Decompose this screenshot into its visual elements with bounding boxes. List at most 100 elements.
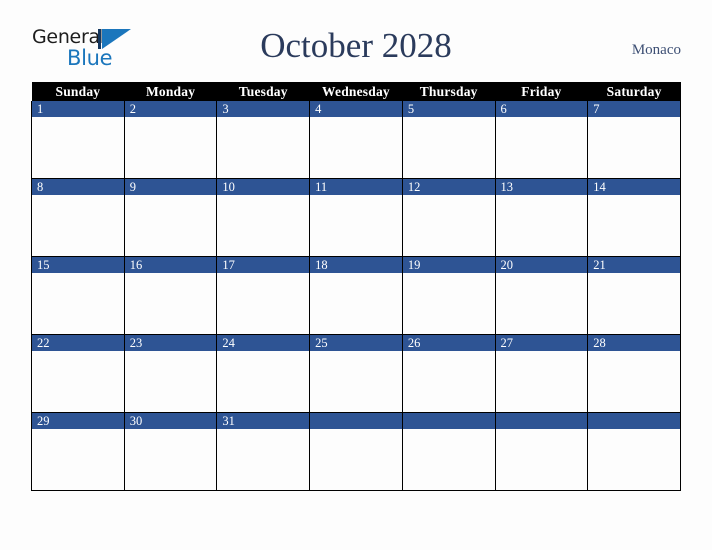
calendar-day-cell[interactable]: 25 (309, 334, 403, 413)
calendar-day-cell[interactable]: 17 (216, 256, 311, 335)
day-content-area[interactable] (588, 273, 680, 334)
calendar-day-cell[interactable]: 26 (401, 334, 496, 413)
weekday-header-saturday: Saturday (587, 82, 681, 101)
calendar-day-cell[interactable]: 23 (123, 334, 218, 413)
day-number: 25 (310, 335, 402, 351)
calendar-day-cell[interactable]: 9 (123, 178, 218, 257)
day-number: 17 (217, 257, 310, 273)
day-content-area[interactable] (402, 351, 495, 412)
calendar-day-cell[interactable]: 29 (31, 412, 125, 491)
day-number: 16 (124, 257, 217, 273)
calendar-day-cell[interactable]: 10 (216, 178, 311, 257)
day-content-area[interactable] (32, 273, 124, 334)
weekday-header-friday: Friday (495, 82, 588, 101)
calendar-week-row: 8 9 10 11 12 13 14 (31, 178, 681, 257)
day-content-area[interactable] (310, 273, 402, 334)
day-content-area[interactable] (402, 273, 495, 334)
day-content-area[interactable] (32, 429, 124, 490)
day-content-area[interactable] (217, 117, 310, 178)
locale-label: Monaco (631, 42, 681, 58)
day-content-area[interactable] (124, 195, 217, 256)
day-content-area[interactable] (495, 273, 588, 334)
day-content-area[interactable] (124, 429, 217, 490)
day-content-area[interactable] (310, 195, 402, 256)
day-content-area[interactable] (495, 195, 588, 256)
day-number: 13 (495, 179, 588, 195)
calendar-day-cell[interactable]: 27 (494, 334, 589, 413)
day-number: 12 (402, 179, 495, 195)
day-content-area[interactable] (588, 117, 680, 178)
calendar-day-cell-empty[interactable] (309, 412, 403, 491)
day-content-area[interactable] (588, 351, 680, 412)
day-content-area[interactable] (124, 117, 217, 178)
weekday-header-thursday: Thursday (402, 82, 496, 101)
calendar-day-cell[interactable]: 20 (494, 256, 589, 335)
calendar-day-cell[interactable]: 6 (494, 101, 589, 179)
calendar-day-cell[interactable]: 31 (216, 412, 311, 491)
calendar-day-cell[interactable]: 3 (216, 101, 311, 179)
day-number: 24 (217, 335, 310, 351)
day-content-area[interactable] (310, 351, 402, 412)
calendar-week-row: 15 16 17 18 19 20 21 (31, 256, 681, 335)
calendar-day-cell[interactable]: 1 (31, 101, 125, 179)
day-number: 15 (32, 257, 124, 273)
day-number: 20 (495, 257, 588, 273)
calendar-day-cell[interactable]: 14 (587, 178, 681, 257)
calendar-day-cell[interactable]: 11 (309, 178, 403, 257)
day-content-area[interactable] (402, 429, 495, 490)
calendar-day-cell[interactable]: 18 (309, 256, 403, 335)
calendar-day-cell[interactable]: 24 (216, 334, 311, 413)
calendar-day-cell-empty[interactable] (587, 412, 681, 491)
calendar-day-cell[interactable]: 16 (123, 256, 218, 335)
day-content-area[interactable] (402, 195, 495, 256)
calendar-day-cell[interactable]: 21 (587, 256, 681, 335)
day-content-area[interactable] (32, 351, 124, 412)
calendar-day-cell[interactable]: 7 (587, 101, 681, 179)
day-content-area[interactable] (32, 195, 124, 256)
calendar-day-cell[interactable]: 12 (401, 178, 496, 257)
day-number: 9 (124, 179, 217, 195)
day-number: 6 (495, 101, 588, 117)
day-number: 21 (588, 257, 680, 273)
day-content-area[interactable] (310, 117, 402, 178)
calendar-day-cell-empty[interactable] (494, 412, 589, 491)
calendar-day-cell[interactable]: 13 (494, 178, 589, 257)
calendar-grid: Sunday Monday Tuesday Wednesday Thursday… (31, 82, 681, 491)
weekday-header-sunday: Sunday (31, 82, 125, 101)
calendar-day-cell[interactable]: 4 (309, 101, 403, 179)
day-content-area[interactable] (124, 273, 217, 334)
calendar-day-cell[interactable]: 8 (31, 178, 125, 257)
day-number: 8 (32, 179, 124, 195)
calendar-day-cell[interactable]: 2 (123, 101, 218, 179)
weekday-header-monday: Monday (124, 82, 217, 101)
day-content-area[interactable] (495, 429, 588, 490)
day-number: 27 (495, 335, 588, 351)
day-number: 29 (32, 413, 124, 429)
day-number: 22 (32, 335, 124, 351)
day-content-area[interactable] (217, 351, 310, 412)
calendar-day-cell-empty[interactable] (401, 412, 496, 491)
day-content-area[interactable] (495, 351, 588, 412)
day-content-area[interactable] (402, 117, 495, 178)
day-content-area[interactable] (124, 351, 217, 412)
day-content-area[interactable] (588, 429, 680, 490)
calendar-day-cell[interactable]: 5 (401, 101, 496, 179)
day-content-area[interactable] (32, 117, 124, 178)
day-content-area[interactable] (588, 195, 680, 256)
weekday-header-row: Sunday Monday Tuesday Wednesday Thursday… (31, 82, 681, 101)
day-content-area[interactable] (217, 195, 310, 256)
day-content-area[interactable] (217, 273, 310, 334)
day-number: 26 (402, 335, 495, 351)
calendar-day-cell[interactable]: 28 (587, 334, 681, 413)
day-content-area[interactable] (217, 429, 310, 490)
calendar-day-cell[interactable]: 30 (123, 412, 218, 491)
calendar-day-cell[interactable]: 22 (31, 334, 125, 413)
day-number: 4 (310, 101, 402, 117)
calendar-day-cell[interactable]: 15 (31, 256, 125, 335)
calendar-day-cell[interactable]: 19 (401, 256, 496, 335)
day-number (402, 413, 495, 429)
calendar-week-row: 22 23 24 25 26 27 28 (31, 334, 681, 413)
day-content-area[interactable] (310, 429, 402, 490)
day-number: 10 (217, 179, 310, 195)
day-content-area[interactable] (495, 117, 588, 178)
